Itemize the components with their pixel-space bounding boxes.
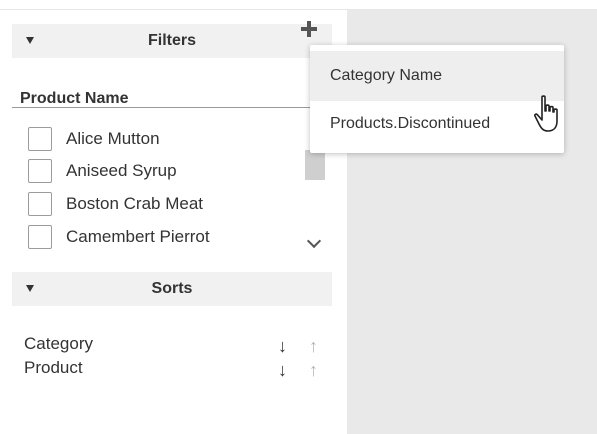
filter-value-item[interactable]: Alice Mutton [28, 124, 288, 154]
arrow-up-icon[interactable]: ↑ [309, 360, 318, 381]
filter-value-item[interactable]: Aniseed Syrup [28, 156, 288, 186]
filter-value-label: Boston Crab Meat [66, 194, 204, 213]
arrow-up-icon[interactable]: ↑ [309, 336, 318, 357]
sort-item: Category ↓ ↑ [24, 334, 334, 356]
filters-header[interactable]: Filters [12, 24, 332, 58]
sort-item-label: Category [24, 334, 93, 353]
plus-icon[interactable] [300, 20, 318, 38]
filter-value-item[interactable]: Boston Crab Meat [28, 189, 288, 219]
dropdown-option[interactable]: Category Name [310, 51, 564, 101]
arrow-down-icon[interactable]: ↓ [278, 360, 287, 381]
filter-value-label: Alice Mutton [66, 129, 160, 148]
sorts-title: Sorts [151, 280, 193, 297]
sort-item-label: Product [24, 358, 83, 377]
add-filter-dropdown: Category Name Products.Discontinued [310, 45, 564, 153]
filter-value-item[interactable]: Camembert Pierrot [28, 222, 288, 252]
caret-down-icon[interactable] [26, 37, 34, 44]
filter-values-list[interactable]: Alice Mutton Aniseed Syrup Boston Crab M… [12, 118, 330, 254]
dropdown-option[interactable]: Products.Discontinued [310, 99, 564, 149]
scrollbar-thumb[interactable] [305, 150, 325, 180]
filter-checkbox[interactable] [28, 127, 52, 151]
filter-field-title: Product Name [12, 82, 332, 108]
filter-checkbox[interactable] [28, 159, 52, 183]
filters-title: Filters [147, 32, 196, 49]
filter-checkbox[interactable] [28, 192, 52, 216]
filter-checkbox[interactable] [28, 225, 52, 249]
caret-down-icon[interactable] [26, 285, 34, 292]
arrow-down-icon[interactable]: ↓ [278, 336, 287, 357]
sorts-header[interactable]: Sorts [12, 272, 332, 306]
filter-value-label: Camembert Pierrot [66, 227, 210, 246]
left-panel: Filters Product Name ✕ Alice Mutton Anis… [0, 10, 347, 434]
filter-value-label: Aniseed Syrup [66, 161, 177, 180]
pivot-editor: Filters Product Name ✕ Alice Mutton Anis… [0, 0, 597, 434]
sort-item: Product ↓ ↑ [24, 358, 334, 380]
